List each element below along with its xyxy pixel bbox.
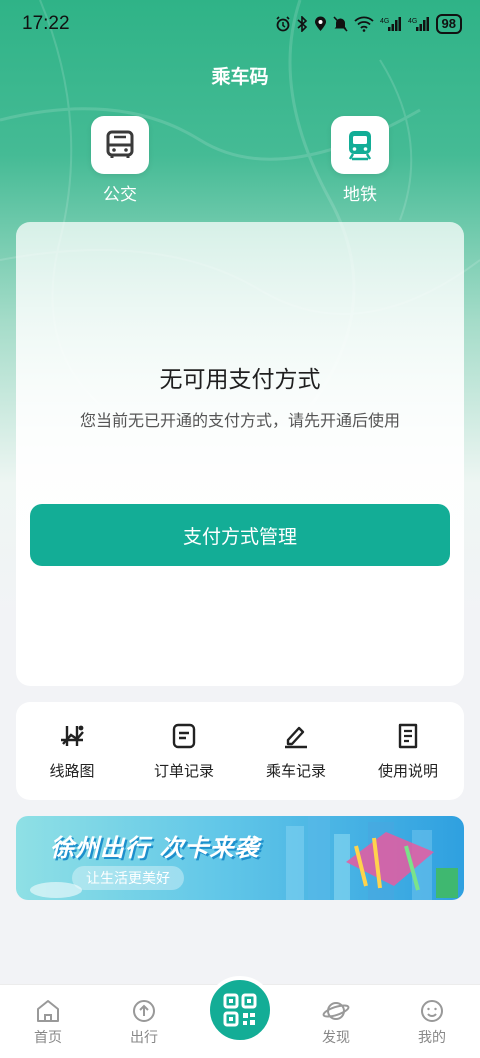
- nav-discover[interactable]: 发现: [288, 985, 384, 1058]
- tab-bus[interactable]: 公交: [80, 116, 160, 205]
- ride-record-icon: [285, 726, 307, 748]
- signal-4g-icon: 4G: [408, 17, 429, 31]
- empty-state-description: 您当前无已开通的支付方式，请先开通后使用: [79, 411, 400, 430]
- bus-icon-box: [91, 116, 149, 174]
- nav-profile[interactable]: 我的: [384, 985, 480, 1058]
- nav-home[interactable]: 首页: [0, 985, 96, 1058]
- bluetooth-icon: [297, 16, 307, 32]
- bus-icon: [106, 130, 134, 158]
- tab-metro[interactable]: 地铁: [320, 116, 400, 205]
- location-icon: [314, 16, 326, 31]
- status-icons: 4G 4G 98: [275, 14, 462, 34]
- metro-icon: [348, 131, 372, 161]
- signal-4g-icon: 4G: [380, 17, 401, 31]
- metro-icon-box: [331, 116, 389, 174]
- qr-code-button[interactable]: [206, 976, 274, 1044]
- shortcut-instructions[interactable]: 使用说明: [352, 702, 464, 800]
- promo-banner[interactable]: 徐州出行 次卡来袭 让生活更美好: [16, 816, 464, 900]
- home-icon: [37, 1000, 59, 1022]
- travel-icon: [133, 1000, 155, 1022]
- status-bar: 17:22 4G 4G 98: [0, 0, 480, 48]
- payment-method-manage-button[interactable]: 支付方式管理: [30, 504, 450, 566]
- nav-discover-label: 发现: [322, 1030, 350, 1046]
- nav-home-label: 首页: [34, 1030, 62, 1046]
- alarm-icon: [275, 16, 290, 32]
- banner-title: 徐州出行 次卡来袭: [50, 834, 260, 862]
- discover-icon: [322, 1002, 350, 1020]
- payment-card: 无可用支付方式 您当前无已开通的支付方式，请先开通后使用 支付方式管理: [16, 222, 464, 686]
- tab-metro-label: 地铁: [343, 185, 377, 205]
- status-time: 17:22: [22, 13, 70, 34]
- svg-text:4G: 4G: [380, 18, 389, 25]
- mute-icon: [332, 16, 348, 32]
- shortcut-order-record[interactable]: 订单记录: [128, 702, 240, 800]
- shortcut-label: 乘车记录: [265, 761, 326, 780]
- shortcut-label: 线路图: [49, 761, 95, 780]
- nav-travel[interactable]: 出行: [96, 985, 192, 1058]
- battery-indicator: 98: [435, 14, 462, 34]
- page-title: 乘车码: [211, 66, 269, 88]
- profile-icon: [421, 1000, 443, 1022]
- shortcut-label: 使用说明: [377, 761, 438, 780]
- tab-bus-label: 公交: [103, 185, 137, 205]
- nav-profile-label: 我的: [418, 1030, 446, 1046]
- instructions-icon: [398, 723, 418, 748]
- nav-travel-label: 出行: [130, 1030, 158, 1046]
- route-map-icon: [61, 725, 84, 746]
- banner-subtitle: 让生活更美好: [72, 866, 184, 890]
- qr-code-icon: [223, 993, 257, 1027]
- shortcut-ride-record[interactable]: 乘车记录: [240, 702, 352, 800]
- svg-text:4G: 4G: [408, 18, 417, 25]
- shortcut-route-map[interactable]: 线路图: [16, 702, 128, 800]
- shortcut-panel: 线路图 订单记录 乘车记录 使用说明: [16, 702, 464, 800]
- shortcut-label: 订单记录: [153, 761, 214, 780]
- wifi-icon: [353, 16, 374, 32]
- order-record-icon: [172, 723, 196, 748]
- empty-state-title: 无可用支付方式: [159, 367, 321, 393]
